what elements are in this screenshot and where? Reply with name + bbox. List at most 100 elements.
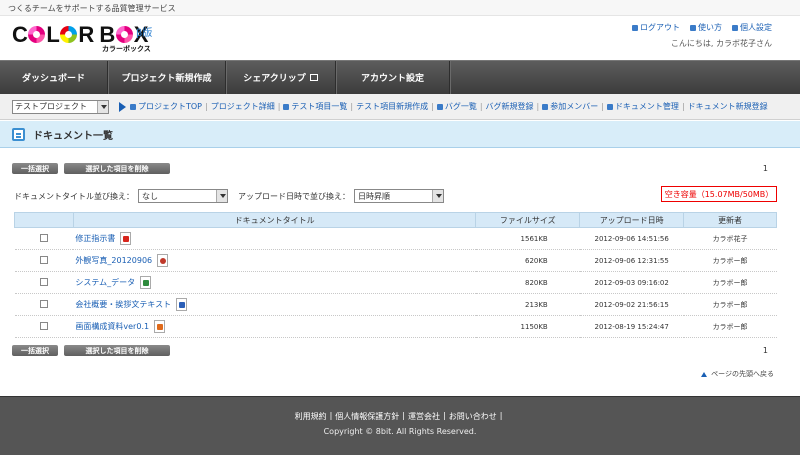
updated-by: カラボー郎 [683, 249, 777, 272]
page-number-bottom[interactable]: 1 [763, 346, 768, 355]
footer-company-link[interactable]: 運営会社 [408, 411, 440, 422]
date-sort-select[interactable]: 日時昇順 [354, 189, 444, 203]
updated-by: カラボー郎 [683, 315, 777, 338]
header: CLR BX β版 カラーボックス ログアウト 使い方 個人設定 こんにちは, … [0, 16, 800, 60]
logout-link[interactable]: ログアウト [632, 22, 680, 33]
file-size: 1561KB [475, 227, 580, 250]
greeting: こんにちは, カラボ花子さん [670, 39, 772, 48]
back-to-top-link[interactable]: ページの先頭へ戻る [701, 369, 774, 379]
documents-table: ドキュメントタイトル ファイルサイズ アップロード日時 更新者 修正指示書 15… [14, 212, 777, 338]
page-title: ドキュメント一覧 [33, 130, 113, 142]
document-icon [606, 103, 613, 110]
footer-terms-link[interactable]: 利用規約 [295, 411, 327, 422]
footer-privacy-link[interactable]: 個人情報保護方針 [335, 411, 399, 422]
sub-nav: テストプロジェクト プロジェクトTOP | プロジェクト詳細 | テスト項目一覧 | … [0, 94, 800, 120]
external-window-icon [309, 74, 318, 81]
file-size: 213KB [475, 293, 580, 316]
document-title-link[interactable]: 外観写真_20120906 [75, 255, 152, 266]
row-checkbox[interactable] [39, 233, 48, 242]
table-row: 修正指示書 1561KB 2012-09-06 14:51:56 カラボ花子 [14, 227, 777, 250]
subnav-bug-list[interactable]: バグ一覧 [436, 101, 477, 112]
upload-date: 2012-09-06 14:51:56 [579, 227, 684, 250]
row-checkbox[interactable] [39, 255, 48, 264]
word-icon [176, 298, 188, 311]
subnav-bug-new[interactable]: バグ新規登録 [486, 101, 534, 112]
document-title-link[interactable]: 画面構成資料ver0.1 [75, 321, 149, 332]
row-checkbox[interactable] [39, 277, 48, 286]
chevron-down-icon [432, 190, 443, 202]
home-icon [130, 103, 136, 110]
delete-selected-button-bottom[interactable]: 選択した項目を削除 [64, 345, 170, 356]
row-checkbox[interactable] [39, 321, 48, 330]
nav-share-clip[interactable]: シェアクリップ [226, 61, 336, 94]
subnav-links: プロジェクトTOP | プロジェクト詳細 | テスト項目一覧 | テスト項目新規作成 |… [130, 101, 768, 112]
file-size: 620KB [475, 249, 580, 272]
nav-account-settings[interactable]: アカウント設定 [336, 61, 450, 94]
footer-links: 利用規約 | 個人情報保護方針 | 運営会社 | お問い合わせ | [294, 411, 503, 422]
header-size[interactable]: ファイルサイズ [475, 212, 581, 228]
document-title-link[interactable]: システム_データ [75, 277, 135, 288]
select-all-button-bottom[interactable]: 一括選択 [12, 345, 58, 356]
logo-o-pink-icon [115, 26, 133, 43]
powerpoint-icon [154, 320, 166, 333]
header-date[interactable]: アップロード日時 [579, 212, 685, 228]
topbar: つくるチームをサポートする品質管理サービス [0, 0, 800, 16]
subnav-doc-new[interactable]: ドキュメント新規登録 [688, 101, 768, 112]
subnav-project-detail[interactable]: プロジェクト詳細 [211, 101, 275, 112]
image-file-icon [157, 254, 169, 267]
upload-date: 2012-09-06 12:31:55 [579, 249, 684, 272]
chevron-down-icon [216, 190, 227, 202]
table-row: システム_データ 820KB 2012-09-03 09:16:02 カラボー郎 [14, 271, 777, 294]
logo[interactable]: CLR BX β版 カラーボックス [12, 22, 162, 58]
updated-by: カラボー郎 [683, 271, 777, 294]
play-arrow-icon [119, 101, 126, 112]
subnav-doc-manage[interactable]: ドキュメント管理 [606, 101, 679, 112]
document-list-icon [12, 127, 25, 141]
nav-new-project[interactable]: プロジェクト新規作成 [108, 61, 226, 94]
document-title-link[interactable]: 修正指示書 [75, 233, 115, 244]
page-title-bar: ドキュメント一覧 [0, 121, 800, 148]
header-title[interactable]: ドキュメントタイトル [72, 212, 477, 228]
subnav-test-new[interactable]: テスト項目新規作成 [356, 101, 428, 112]
logout-icon [632, 24, 638, 31]
logo-kana: カラーボックス [102, 45, 151, 53]
logo-o-color-icon [60, 26, 78, 43]
upload-date: 2012-09-02 21:56:15 [579, 293, 684, 316]
subnav-project-top[interactable]: プロジェクトTOP [130, 101, 202, 112]
updated-by: カラボー郎 [683, 293, 777, 316]
excel-icon [140, 276, 152, 289]
copyright: Copyright © 8bit. All Rights Reserved. [323, 427, 477, 436]
chevron-down-icon [97, 100, 108, 113]
main-nav: ダッシュボード プロジェクト新規作成 シェアクリップ アカウント設定 [0, 60, 800, 94]
bug-icon [436, 103, 443, 110]
updated-by: カラボ花子 [683, 227, 777, 250]
nav-dashboard[interactable]: ダッシュボード [0, 61, 108, 94]
title-sort-select[interactable]: なし [138, 189, 228, 203]
help-link[interactable]: 使い方 [690, 22, 722, 33]
date-sort-label: アップロード日時で並び換え： [238, 191, 350, 201]
project-select[interactable]: テストプロジェクト [12, 99, 109, 114]
upload-date: 2012-09-03 09:16:02 [579, 271, 684, 294]
list-icon [283, 103, 290, 110]
logo-o-pink-icon [28, 26, 46, 43]
header-links: ログアウト 使い方 個人設定 [632, 22, 772, 33]
file-size: 1150KB [475, 315, 580, 338]
header-checkbox [14, 212, 74, 228]
subnav-test-list[interactable]: テスト項目一覧 [283, 101, 347, 112]
arrow-up-icon [701, 371, 708, 377]
subnav-members[interactable]: 参加メンバー [542, 101, 598, 112]
upload-date: 2012-08-19 15:24:47 [579, 315, 684, 338]
footer-contact-link[interactable]: お問い合わせ [449, 411, 497, 422]
document-title-link[interactable]: 会社概要・挨拶文テキスト [75, 299, 171, 310]
footer: 利用規約 | 個人情報保護方針 | 運営会社 | お問い合わせ | Copyright … [0, 396, 800, 455]
personal-settings-link[interactable]: 個人設定 [732, 22, 772, 33]
row-checkbox[interactable] [39, 299, 48, 308]
tagline: つくるチームをサポートする品質管理サービス [8, 4, 176, 13]
table-row: 外観写真_20120906 620KB 2012-09-06 12:31:55 … [14, 249, 777, 272]
delete-selected-button-top[interactable]: 選択した項目を削除 [64, 163, 170, 174]
header-user[interactable]: 更新者 [683, 212, 777, 228]
help-icon [690, 24, 696, 31]
select-all-button-top[interactable]: 一括選択 [12, 163, 58, 174]
page-number-top[interactable]: 1 [763, 164, 768, 173]
table-row: 画面構成資料ver0.1 1150KB 2012-08-19 15:24:47 … [14, 315, 777, 338]
